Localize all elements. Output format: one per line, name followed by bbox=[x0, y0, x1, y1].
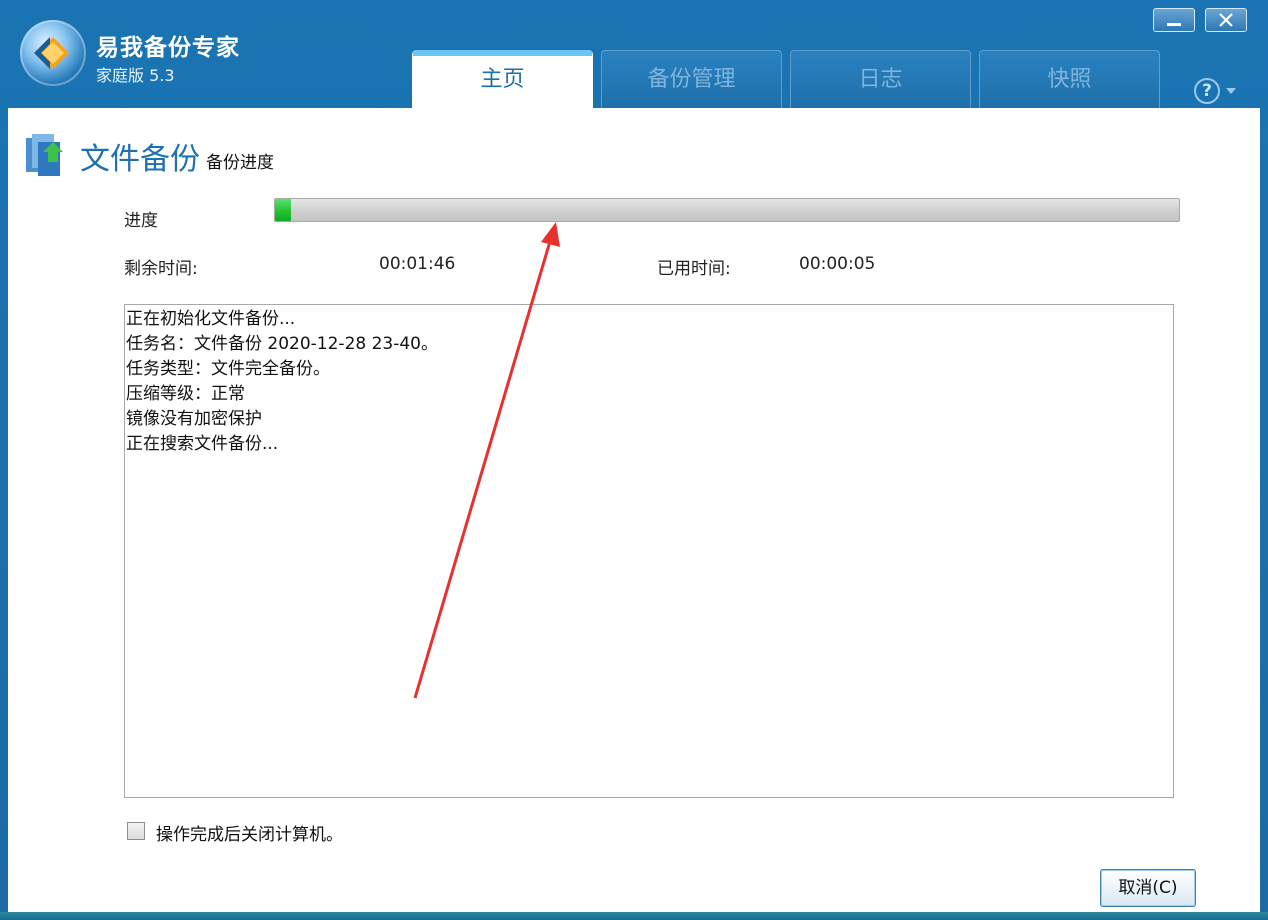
elapsed-time-label: 已用时间: bbox=[657, 259, 731, 279]
help-icon[interactable]: ? bbox=[1194, 78, 1220, 104]
section-subtitle: 备份进度 bbox=[206, 153, 274, 173]
app-title: 易我备份专家 bbox=[96, 35, 240, 61]
file-backup-icon bbox=[26, 134, 63, 176]
log-output-box[interactable]: 正在初始化文件备份... 任务名：文件备份 2020-12-28 23-40。 任务… bbox=[124, 304, 1174, 798]
log-line: 正在搜索文件备份... bbox=[126, 434, 279, 454]
app-edition: 家庭版 5.3 bbox=[96, 66, 175, 85]
progress-label: 进度 bbox=[124, 211, 158, 231]
cancel-button[interactable]: 取消(C) bbox=[1100, 869, 1196, 907]
log-line: 任务名：文件备份 2020-12-28 23-40。 bbox=[126, 334, 439, 354]
help-dropdown-chevron-icon[interactable] bbox=[1226, 88, 1236, 94]
content-panel: 文件备份 备份进度 进度 剩余时间: 00:01:46 已用时间: 00:00:… bbox=[8, 108, 1260, 912]
app-window: 易我备份专家 家庭版 5.3 主页 备份管理 日志 快照 ? 文件备份 备份进度… bbox=[0, 0, 1268, 920]
remaining-time-label: 剩余时间: bbox=[124, 259, 198, 279]
close-icon bbox=[1219, 13, 1233, 27]
window-bottom-border bbox=[0, 912, 1268, 920]
progress-bar bbox=[274, 198, 1180, 222]
shutdown-checkbox[interactable] bbox=[127, 822, 145, 840]
section-title: 文件备份 bbox=[80, 142, 200, 177]
minimize-icon bbox=[1167, 23, 1181, 26]
tab-snapshots[interactable]: 快照 bbox=[979, 50, 1160, 108]
logo-diamond-icon bbox=[34, 37, 69, 69]
log-line: 镜像没有加密保护 bbox=[126, 409, 262, 429]
tab-home[interactable]: 主页 bbox=[412, 50, 593, 108]
log-line: 正在初始化文件备份... bbox=[126, 309, 296, 329]
log-line: 任务类型：文件完全备份。 bbox=[126, 359, 330, 379]
shutdown-checkbox-label[interactable]: 操作完成后关闭计算机。 bbox=[156, 820, 343, 845]
tab-backup-management[interactable]: 备份管理 bbox=[601, 50, 782, 108]
progress-bar-fill bbox=[275, 199, 292, 221]
remaining-time-value: 00:01:46 bbox=[379, 254, 456, 274]
log-line: 压缩等级：正常 bbox=[126, 384, 245, 404]
minimize-button[interactable] bbox=[1153, 8, 1195, 32]
tab-logs[interactable]: 日志 bbox=[790, 50, 971, 108]
app-logo-icon bbox=[20, 20, 86, 86]
elapsed-time-value: 00:00:05 bbox=[799, 254, 876, 274]
close-button[interactable] bbox=[1205, 8, 1247, 32]
